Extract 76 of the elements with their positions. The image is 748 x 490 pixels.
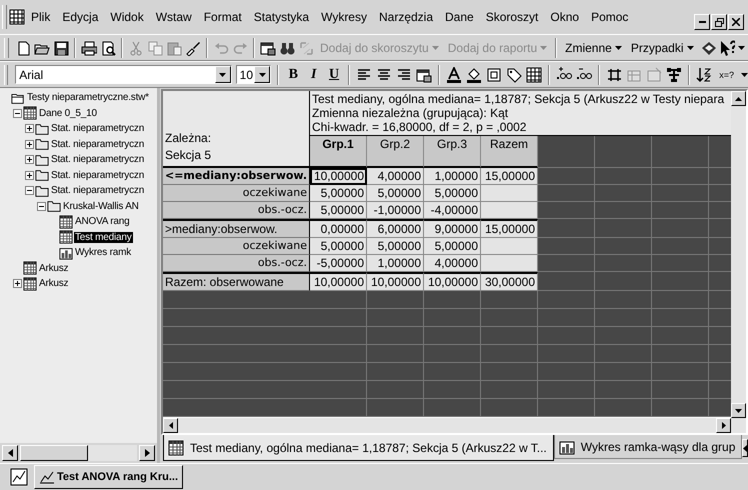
table-cell[interactable]: 5,00000 — [367, 238, 424, 255]
table-cell[interactable]: 4,00000 — [424, 255, 481, 272]
table-cell[interactable]: 5,00000 — [310, 185, 367, 202]
row-header[interactable]: <=mediany:obserwow. — [163, 168, 310, 185]
row-header[interactable]: oczekiwane — [163, 238, 310, 255]
font-size-dropdown[interactable]: 10 — [236, 65, 272, 84]
taskbar-button[interactable]: Test ANOVA rang Kru... — [34, 465, 184, 489]
table-cell[interactable]: 15,00000 — [481, 168, 538, 185]
tree-item[interactable]: Wykres ramk — [74, 247, 132, 258]
menu-item[interactable]: Narzędzia — [372, 7, 440, 27]
sheet-title-line: Test mediany, ogólna mediana= 1,18787; Sekcja 5 (Arkusz22 w Testy niepara — [312, 92, 726, 106]
table-cell[interactable]: 1,00000 — [424, 168, 481, 185]
tree-item[interactable]: Stat. nieparametryczn — [50, 185, 146, 196]
tree-item[interactable]: Arkusz — [38, 262, 70, 274]
table-cell[interactable]: 5,00000 — [424, 185, 481, 202]
sheet-title-line: Chi-kwadr. = 16,80000, df = 2, p = ,0002 — [312, 120, 528, 134]
table-cell[interactable]: 5,00000 — [424, 238, 481, 255]
table-cell[interactable]: 5,00000 — [310, 202, 367, 219]
tree-item[interactable]: Dane 0_5_10 — [38, 108, 98, 119]
table-cell[interactable]: 4,00000 — [367, 168, 424, 185]
table-cell[interactable]: -5,00000 — [310, 255, 367, 272]
sheet-tab[interactable]: Test mediany, ogólna mediana= 1,18787; Sekcja 5 (Arkusz22 w T... — [163, 435, 554, 461]
tree-item[interactable]: Stat. nieparametryczn — [50, 154, 146, 166]
italic-button[interactable]: I — [305, 64, 322, 86]
column-header[interactable]: Grp.2 — [367, 136, 424, 168]
dependent-variable-label: Zależna: — [165, 130, 212, 147]
tree-item[interactable]: Testy nieparametryczne.stw* — [26, 92, 150, 104]
menu-item[interactable]: Pomoc — [585, 7, 634, 27]
font-dropdown[interactable]: Arial — [15, 65, 232, 84]
toolbar-menu-button[interactable]: Zmienne — [562, 36, 625, 58]
table-cell[interactable]: -4,00000 — [424, 202, 481, 219]
sheet-tab[interactable]: Wykres ramka-wąsy dla grup — [554, 435, 742, 459]
column-header[interactable]: Razem — [481, 136, 538, 168]
dependent-variable-label: Sekcja 5 — [165, 147, 212, 164]
menu-item[interactable]: Okno — [544, 7, 586, 27]
table-cell[interactable]: 10,00000 — [367, 272, 424, 291]
menu-item[interactable]: Edycja — [56, 7, 104, 27]
table-cell[interactable]: 15,00000 — [481, 219, 538, 238]
tree-item[interactable]: ANOVA rang — [74, 216, 131, 228]
table-cell[interactable]: 10,00000 — [310, 272, 367, 291]
table-cell[interactable]: 30,00000 — [481, 272, 538, 291]
menu-item[interactable]: Statystyka — [248, 7, 316, 27]
tree-item[interactable]: Stat. nieparametryczn — [50, 170, 146, 181]
table-cell[interactable]: 10,00000 — [424, 272, 481, 291]
table-cell[interactable]: 1,00000 — [367, 255, 424, 272]
menu-item[interactable]: Format — [198, 7, 248, 27]
formula-button[interactable]: x=? — [716, 64, 738, 86]
table-cell[interactable]: 10,00000 — [310, 168, 367, 185]
menu-item[interactable]: Skoroszyt — [480, 7, 544, 27]
underline-button[interactable]: U — [326, 64, 342, 86]
row-header[interactable]: obs.-ocz. — [163, 255, 310, 272]
table-cell[interactable]: 9,00000 — [424, 219, 481, 238]
table-cell[interactable]: 5,00000 — [367, 185, 424, 202]
sheet-title-line: Zmienna niezależna (grupująca): Kąt — [312, 106, 510, 120]
tree-item[interactable]: Arkusz — [38, 278, 70, 290]
row-header[interactable]: >mediany:obserwow. — [163, 219, 310, 238]
row-header[interactable]: obs.-ocz. — [163, 202, 310, 219]
menu-item[interactable]: Wykresy — [315, 7, 373, 27]
table-cell[interactable]: 0,00000 — [310, 219, 367, 238]
menu-item[interactable]: Plik — [25, 7, 56, 27]
table-cell[interactable]: -1,00000 — [367, 202, 424, 219]
column-header[interactable]: Grp.1 — [310, 136, 367, 168]
tree-item[interactable]: Stat. nieparametryczn — [50, 123, 146, 134]
row-header[interactable]: oczekiwane — [163, 185, 310, 202]
toolbar-menu-button[interactable]: Przypadki — [628, 36, 696, 58]
menu-item[interactable]: Dane — [439, 7, 480, 27]
table-cell[interactable]: 5,00000 — [310, 238, 367, 255]
row-header[interactable]: Razem: obserwowane — [163, 272, 310, 291]
bold-button[interactable]: B — [285, 64, 302, 86]
menu-item[interactable]: Widok — [104, 7, 150, 27]
table-cell[interactable]: 6,00000 — [367, 219, 424, 238]
menu-item[interactable]: Wstaw — [150, 7, 198, 27]
tree-item[interactable]: Stat. nieparametryczn — [50, 138, 146, 150]
tree-item[interactable]: Test mediany — [74, 232, 133, 243]
tree-item[interactable]: Kruskal-Wallis AN — [62, 200, 140, 212]
column-header[interactable]: Grp.3 — [424, 136, 481, 168]
